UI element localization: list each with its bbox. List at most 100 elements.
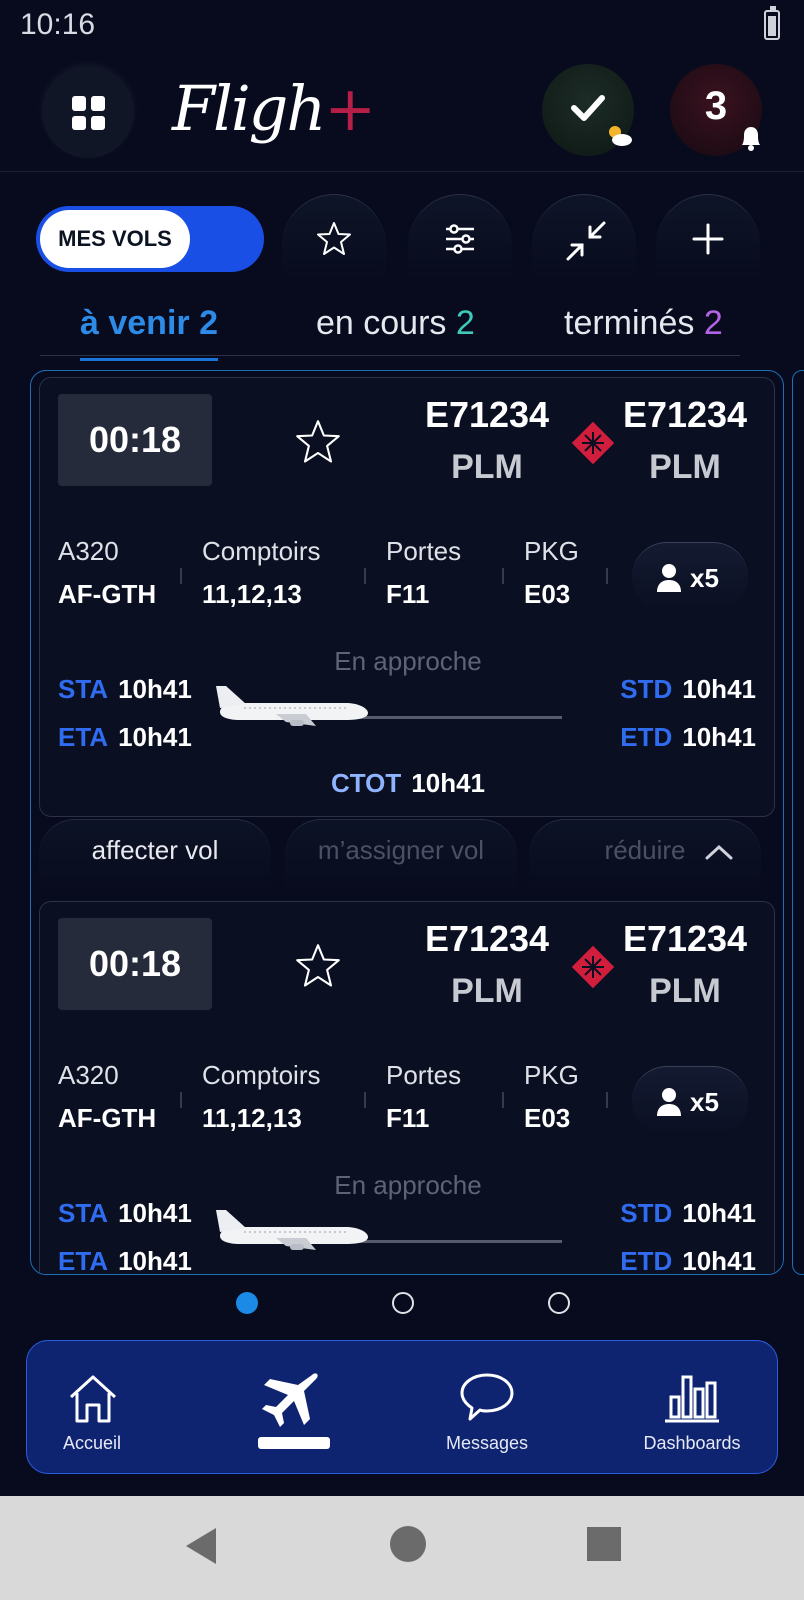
home-icon bbox=[69, 1375, 117, 1423]
star-icon bbox=[317, 222, 351, 255]
nav-home-label: Accueil bbox=[62, 1433, 122, 1453]
weather-icon bbox=[609, 126, 632, 146]
person-icon bbox=[657, 564, 681, 592]
counters-info: Comptoirs 11,12,13 bbox=[202, 1060, 321, 1133]
departure-flight-code: E71234 bbox=[622, 918, 748, 959]
arrival-flight-code: E71234 bbox=[424, 394, 550, 435]
sta-time: STA 10h41 bbox=[58, 674, 192, 704]
nav-home[interactable]: Accueil bbox=[37, 1341, 147, 1475]
divider bbox=[180, 1092, 182, 1108]
app-header: Fligh+ 3 bbox=[0, 52, 804, 172]
battery-icon bbox=[764, 6, 780, 40]
toolbar: MES VOLS bbox=[0, 190, 804, 280]
star-icon[interactable] bbox=[292, 416, 344, 468]
counters-info: Comptoirs 11,12,13 bbox=[202, 536, 321, 609]
flight-card[interactable]: 00:18 E71234 PLM E71234 PLM A320 AF-GTH C… bbox=[39, 377, 775, 817]
ctot-time: CTOT 10h41 bbox=[330, 768, 486, 798]
carousel-pagination bbox=[0, 1292, 804, 1316]
nav-dashboards[interactable]: Dashboards bbox=[617, 1341, 767, 1475]
card-actions: affecter vol m’assigner vol réduire bbox=[39, 811, 775, 891]
filters-button[interactable] bbox=[408, 194, 512, 280]
page-dot-active[interactable] bbox=[236, 1292, 258, 1314]
flight-status: En approche bbox=[334, 1170, 482, 1200]
sliders-icon bbox=[446, 224, 474, 254]
next-card-peek[interactable] bbox=[792, 370, 804, 1275]
parking-info: PKG E03 bbox=[524, 1060, 579, 1133]
tab-in-progress[interactable]: en cours 2 bbox=[316, 304, 475, 343]
divider bbox=[364, 1092, 366, 1108]
active-indicator bbox=[258, 1437, 330, 1449]
status-time: 10:16 bbox=[20, 8, 96, 41]
plus-icon bbox=[692, 223, 724, 255]
home-circle-icon[interactable] bbox=[388, 1524, 428, 1564]
aircraft-info: A320 AF-GTH bbox=[58, 536, 157, 609]
passenger-count: x5 bbox=[690, 1087, 719, 1117]
departure-airport: PLM bbox=[649, 972, 721, 1010]
notifications-button[interactable]: 3 bbox=[670, 64, 762, 156]
collapse-icon bbox=[566, 221, 606, 261]
nav-dashboards-label: Dashboards bbox=[643, 1433, 741, 1453]
bell-icon bbox=[742, 127, 760, 151]
page-dot[interactable] bbox=[392, 1292, 414, 1314]
std-time: STD 10h41 bbox=[620, 674, 756, 704]
flight-carousel[interactable]: 00:18 E71234 PLM E71234 PLM A320 AF-GTH C… bbox=[30, 370, 784, 1275]
divider bbox=[502, 568, 504, 584]
notification-count: 3 bbox=[704, 84, 728, 128]
departure-airport: PLM bbox=[649, 448, 721, 486]
passenger-count: x5 bbox=[690, 563, 719, 593]
gates-info: Portes F11 bbox=[386, 536, 462, 609]
etd-time: ETD 10h41 bbox=[620, 722, 756, 752]
bottom-navigation: Accueil Messages Dashboards bbox=[26, 1340, 778, 1474]
airplane-icon bbox=[262, 1373, 318, 1427]
divider bbox=[606, 568, 608, 584]
app-logo: Fligh+ bbox=[172, 72, 376, 145]
assign-me-button[interactable]: m’assigner vol bbox=[285, 819, 517, 891]
nav-messages-label: Messages bbox=[445, 1433, 529, 1453]
tab-upcoming[interactable]: à venir 2 bbox=[80, 304, 218, 361]
grid-icon bbox=[72, 96, 106, 130]
departure-flight-code: E71234 bbox=[622, 394, 748, 435]
gates-info: Portes F11 bbox=[386, 1060, 462, 1133]
arrival-airport: PLM bbox=[451, 972, 523, 1010]
assign-flight-button[interactable]: affecter vol bbox=[39, 819, 271, 891]
my-flights-toggle[interactable]: MES VOLS bbox=[36, 206, 264, 272]
airplane-image bbox=[216, 686, 368, 726]
flight-status-tabs: à venir 2 en cours 2 terminés 2 bbox=[40, 300, 740, 361]
reduce-button[interactable]: réduire bbox=[529, 819, 761, 891]
status-bar: 10:16 bbox=[0, 0, 804, 52]
chevron-up-icon bbox=[705, 844, 733, 860]
passengers-button[interactable]: x5 bbox=[632, 1066, 748, 1136]
page-dot[interactable] bbox=[548, 1292, 570, 1314]
star-icon[interactable] bbox=[292, 940, 344, 992]
arrival-flight-code: E71234 bbox=[424, 918, 550, 959]
flight-status: En approche bbox=[334, 646, 482, 676]
arrival-airport: PLM bbox=[451, 448, 523, 486]
toggle-label: MES VOLS bbox=[40, 210, 190, 268]
favorites-filter-button[interactable] bbox=[282, 194, 386, 280]
divider bbox=[364, 568, 366, 584]
countdown-timer: 00:18 bbox=[58, 918, 212, 1010]
countdown-timer: 00:18 bbox=[58, 394, 212, 486]
eta-time: ETA 10h41 bbox=[58, 722, 192, 752]
tab-completed[interactable]: terminés 2 bbox=[564, 304, 723, 343]
passengers-button[interactable]: x5 bbox=[632, 542, 748, 612]
nav-flights[interactable] bbox=[242, 1341, 352, 1475]
add-button[interactable] bbox=[656, 194, 760, 280]
back-icon[interactable] bbox=[184, 1526, 218, 1566]
flight-card[interactable]: 00:18 E71234 PLM E71234 PLM A320 AF-GTH C… bbox=[39, 901, 775, 1275]
status-check-button[interactable] bbox=[542, 64, 634, 156]
nav-messages[interactable]: Messages bbox=[412, 1341, 562, 1475]
std-time: STD 10h41 bbox=[620, 1198, 756, 1228]
chat-icon bbox=[460, 1373, 514, 1421]
airplane-image bbox=[216, 1210, 368, 1250]
etd-time: ETD 10h41 bbox=[620, 1246, 756, 1275]
collapse-button[interactable] bbox=[532, 194, 636, 280]
person-icon bbox=[657, 1088, 681, 1116]
menu-button[interactable] bbox=[42, 66, 134, 158]
system-navigation-bar bbox=[0, 1496, 804, 1600]
eta-time: ETA 10h41 bbox=[58, 1246, 192, 1275]
recents-icon[interactable] bbox=[586, 1526, 622, 1562]
aircraft-info: A320 AF-GTH bbox=[58, 1060, 157, 1133]
divider bbox=[180, 568, 182, 584]
reduce-label: réduire bbox=[604, 835, 686, 865]
